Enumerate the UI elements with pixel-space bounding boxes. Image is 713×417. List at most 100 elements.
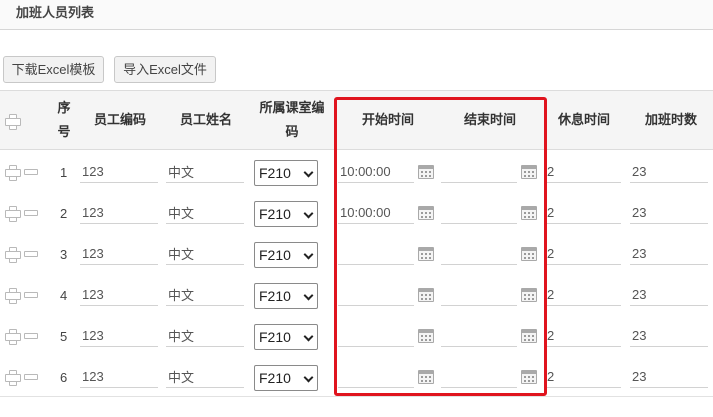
- col-header-room-code: 所属课室编码: [259, 100, 325, 139]
- col-header-emp-code: 员工编码: [93, 112, 146, 127]
- emp-name-input[interactable]: [166, 325, 244, 347]
- room-code-select[interactable]: F210: [254, 324, 318, 350]
- table-row: 1 F210: [0, 151, 713, 192]
- room-code-value: F210: [259, 329, 291, 345]
- col-header-end-time: 结束时间: [463, 112, 516, 127]
- download-template-button[interactable]: 下载Excel模板: [3, 56, 104, 83]
- start-time-input[interactable]: [338, 202, 414, 224]
- ot-hours-input[interactable]: [630, 161, 708, 183]
- row-index: 3: [60, 247, 68, 262]
- add-row-icon[interactable]: [5, 370, 21, 386]
- emp-code-input[interactable]: [80, 366, 158, 388]
- ot-hours-input[interactable]: [630, 243, 708, 265]
- calendar-icon[interactable]: [418, 206, 434, 220]
- room-code-value: F210: [259, 288, 291, 304]
- table-bottom-divider: [0, 396, 713, 397]
- emp-name-input[interactable]: [166, 161, 244, 183]
- table-row: 3 F210: [0, 233, 713, 274]
- emp-code-input[interactable]: [80, 284, 158, 306]
- room-code-select[interactable]: F210: [254, 283, 318, 309]
- calendar-icon[interactable]: [418, 370, 434, 384]
- chevron-down-icon: [303, 249, 314, 260]
- rest-time-input[interactable]: [545, 243, 621, 265]
- start-time-input[interactable]: [338, 325, 414, 347]
- remove-row-icon[interactable]: [24, 251, 38, 257]
- start-time-input[interactable]: [338, 366, 414, 388]
- room-code-select[interactable]: F210: [254, 160, 318, 186]
- calendar-icon[interactable]: [418, 288, 434, 302]
- chevron-down-icon: [303, 167, 314, 178]
- calendar-icon[interactable]: [418, 329, 434, 343]
- col-header-rest-time: 休息时间: [557, 112, 610, 127]
- panel-title: 加班人员列表: [16, 5, 95, 20]
- room-code-value: F210: [259, 206, 291, 222]
- emp-code-input[interactable]: [80, 202, 158, 224]
- row-index: 1: [60, 165, 68, 180]
- start-time-input[interactable]: [338, 284, 414, 306]
- chevron-down-icon: [303, 208, 314, 219]
- row-index: 5: [60, 329, 68, 344]
- calendar-icon[interactable]: [521, 206, 537, 220]
- end-time-input[interactable]: [441, 202, 517, 224]
- room-code-select[interactable]: F210: [254, 365, 318, 391]
- add-row-icon[interactable]: [5, 247, 21, 263]
- add-row-icon[interactable]: [5, 114, 21, 130]
- end-time-input[interactable]: [441, 161, 517, 183]
- end-time-input[interactable]: [441, 325, 517, 347]
- chevron-down-icon: [303, 290, 314, 301]
- chevron-down-icon: [303, 372, 314, 383]
- emp-name-input[interactable]: [166, 284, 244, 306]
- remove-row-icon[interactable]: [24, 292, 38, 298]
- ot-hours-input[interactable]: [630, 366, 708, 388]
- end-time-input[interactable]: [441, 284, 517, 306]
- remove-row-icon[interactable]: [24, 210, 38, 216]
- import-excel-button[interactable]: 导入Excel文件: [114, 56, 216, 83]
- chevron-down-icon: [303, 331, 314, 342]
- rest-time-input[interactable]: [545, 161, 621, 183]
- calendar-icon[interactable]: [418, 247, 434, 261]
- table-row: 5 F210: [0, 315, 713, 356]
- add-row-icon[interactable]: [5, 206, 21, 222]
- panel-header: 加班人员列表: [0, 0, 713, 30]
- col-header-emp-name: 员工姓名: [179, 112, 232, 127]
- calendar-icon[interactable]: [418, 165, 434, 179]
- emp-name-input[interactable]: [166, 366, 244, 388]
- table-row: 6 F210: [0, 356, 713, 397]
- ot-hours-input[interactable]: [630, 284, 708, 306]
- ot-hours-input[interactable]: [630, 325, 708, 347]
- ot-hours-input[interactable]: [630, 202, 708, 224]
- emp-code-input[interactable]: [80, 325, 158, 347]
- rest-time-input[interactable]: [545, 366, 621, 388]
- end-time-input[interactable]: [441, 243, 517, 265]
- room-code-select[interactable]: F210: [254, 201, 318, 227]
- room-code-value: F210: [259, 165, 291, 181]
- add-row-icon[interactable]: [5, 288, 21, 304]
- room-code-value: F210: [259, 247, 291, 263]
- room-code-select[interactable]: F210: [254, 242, 318, 268]
- rest-time-input[interactable]: [545, 202, 621, 224]
- emp-code-input[interactable]: [80, 243, 158, 265]
- add-row-icon[interactable]: [5, 165, 21, 181]
- remove-row-icon[interactable]: [24, 374, 38, 380]
- table-header: 序号 员工编码 员工姓名 所属课室编码 开始时间 结束时间 休息时间 加班时数: [0, 90, 713, 150]
- end-time-input[interactable]: [441, 366, 517, 388]
- rest-time-input[interactable]: [545, 284, 621, 306]
- remove-row-icon[interactable]: [24, 169, 38, 175]
- emp-name-input[interactable]: [166, 202, 244, 224]
- emp-code-input[interactable]: [80, 161, 158, 183]
- start-time-input[interactable]: [338, 243, 414, 265]
- calendar-icon[interactable]: [521, 165, 537, 179]
- rest-time-input[interactable]: [545, 325, 621, 347]
- table-row: 2 F210: [0, 192, 713, 233]
- calendar-icon[interactable]: [521, 329, 537, 343]
- calendar-icon[interactable]: [521, 370, 537, 384]
- add-row-icon[interactable]: [5, 329, 21, 345]
- col-header-ot-hours: 加班时数: [644, 112, 697, 127]
- start-time-input[interactable]: [338, 161, 414, 183]
- calendar-icon[interactable]: [521, 288, 537, 302]
- row-index: 2: [60, 206, 68, 221]
- remove-row-icon[interactable]: [24, 333, 38, 339]
- col-header-seq: 序号: [57, 100, 71, 139]
- emp-name-input[interactable]: [166, 243, 244, 265]
- calendar-icon[interactable]: [521, 247, 537, 261]
